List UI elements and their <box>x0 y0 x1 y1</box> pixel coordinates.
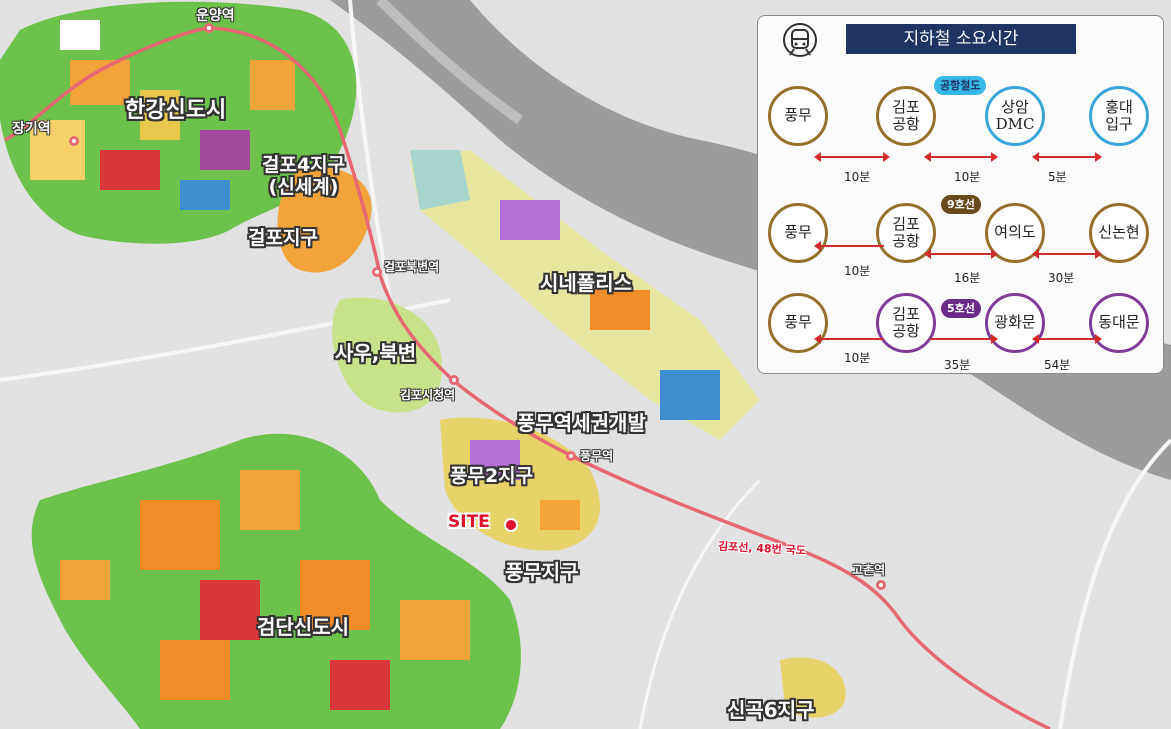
duration-label: 30분 <box>1048 271 1075 285</box>
station-dot-gochon <box>876 580 886 590</box>
panel-title: 지하철 소요시간 <box>846 24 1076 54</box>
duration-label: 10분 <box>844 264 871 278</box>
subway-train-icon <box>783 23 817 57</box>
duration-arrow <box>1032 152 1102 162</box>
station-label-pungmu: 풍무역 <box>580 449 614 463</box>
station-circle-hongdae: 홍대 입구 <box>1089 86 1149 146</box>
line-badge-airport-rail: 공항철도 <box>934 76 987 95</box>
area-label-cinepolis: 시네폴리스 <box>540 271 632 295</box>
area-label-pungmu: 풍무지구 <box>505 560 579 584</box>
station-label-gochon: 고촌역 <box>852 563 886 577</box>
station-circle-gimpo-airport: 김포 공항 <box>876 293 936 353</box>
duration-arrow <box>1032 334 1102 344</box>
area-label-geolpo: 걸포지구 <box>248 227 318 249</box>
station-label-janggi: 장기역 <box>12 121 51 137</box>
station-dot-janggi <box>69 136 79 146</box>
line-badge-line9: 9호선 <box>941 195 981 214</box>
area-label-singok6: 신곡6지구 <box>727 698 815 722</box>
station-dot-geolpo-bukbyeon <box>372 267 382 277</box>
station-label-gimpo-cityhall: 김포시청역 <box>400 388 456 402</box>
duration-arrow <box>814 334 884 344</box>
area-label-pungmu-station-dev: 풍무역세권개발 <box>517 411 646 435</box>
duration-label: 16분 <box>954 271 981 285</box>
station-circle-gwanghwamun: 광화문 <box>985 293 1045 353</box>
site-marker-dot <box>504 518 518 532</box>
duration-label: 10분 <box>844 170 871 184</box>
duration-label: 10분 <box>954 170 981 184</box>
subway-time-panel: 지하철 소요시간 풍무 김포 공항 상암 DMC 홍대 입구 공항철도 10분 … <box>757 15 1164 374</box>
duration-label: 54분 <box>1044 358 1071 372</box>
area-label-geolpo4: 걸포4지구 (신세계) <box>262 154 346 198</box>
map-canvas: 운양역 장기역 걸포북변역 김포시청역 풍무역 고촌역 한강신도시 걸포4지구 … <box>0 0 1171 729</box>
duration-arrow <box>814 152 890 162</box>
duration-label: 10분 <box>844 351 871 365</box>
duration-arrow <box>924 152 998 162</box>
station-circle-pungmu: 풍무 <box>768 203 828 263</box>
station-circle-pungmu: 풍무 <box>768 293 828 353</box>
duration-arrow <box>814 241 884 251</box>
station-label-uunyang: 운양역 <box>196 8 235 24</box>
area-label-sau-bukbyeon: 사우,북변 <box>335 341 417 365</box>
station-circle-dongdaemun: 동대문 <box>1089 293 1149 353</box>
site-marker-label: SITE <box>448 512 490 532</box>
line-badge-line5: 5호선 <box>941 299 981 318</box>
station-circle-sangam-dmc: 상암 DMC <box>985 86 1045 146</box>
area-label-hangang-newtown: 한강신도시 <box>125 98 227 123</box>
station-dot-gimpo-cityhall <box>449 375 459 385</box>
area-label-pungmu2: 풍무2지구 <box>450 465 534 487</box>
duration-arrow <box>1032 249 1102 259</box>
duration-arrow <box>924 249 998 259</box>
station-label-geolpo-bukbyeon: 걸포북변역 <box>384 260 440 274</box>
station-circle-pungmu: 풍무 <box>768 86 828 146</box>
duration-arrow <box>930 334 998 344</box>
area-label-geomdan-newtown: 검단신도시 <box>257 615 349 639</box>
station-circle-gimpo-airport: 김포 공항 <box>876 86 936 146</box>
station-dot-pungmu <box>566 451 576 461</box>
duration-label: 5분 <box>1048 170 1067 184</box>
duration-label: 35분 <box>944 358 971 372</box>
